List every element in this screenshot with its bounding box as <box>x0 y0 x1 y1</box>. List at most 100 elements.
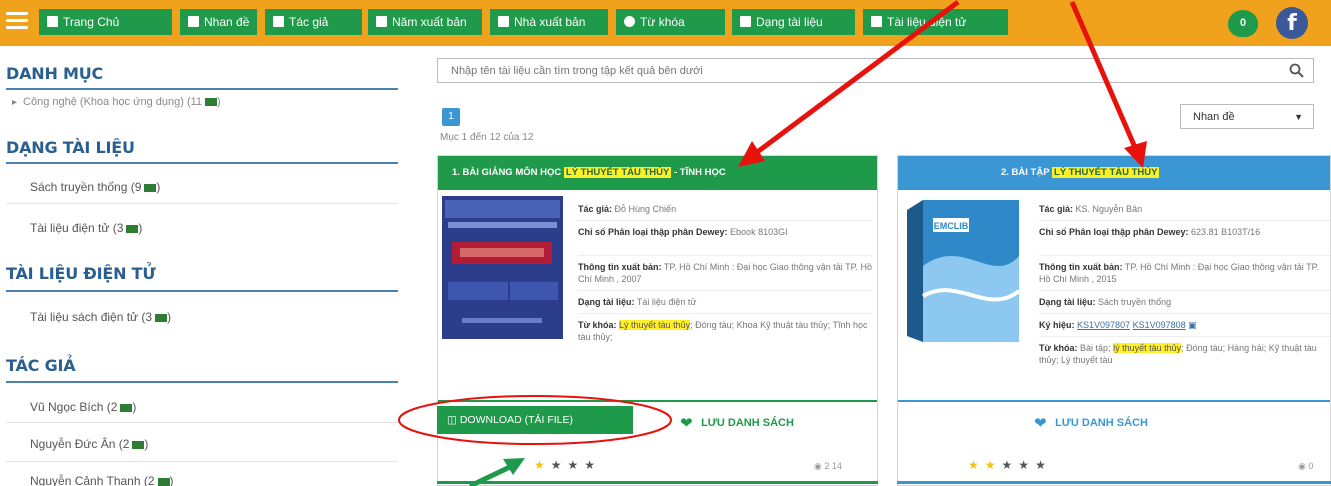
dewey-field: Chỉ số Phân loại thập phân Dewey: Ebook … <box>578 227 788 237</box>
book-icon <box>155 313 168 322</box>
star-icon[interactable]: ★ <box>534 458 551 472</box>
card-bottom-bar <box>897 481 1331 484</box>
divider <box>578 313 872 314</box>
star-icon[interactable]: ★ <box>1018 458 1035 472</box>
menu-icon[interactable] <box>6 12 28 32</box>
card-divider <box>438 400 877 402</box>
save-list-button[interactable]: ❤ LƯU DANH SÁCH <box>680 414 794 432</box>
book-icon <box>132 440 145 449</box>
divider <box>1039 313 1330 314</box>
star-icon[interactable]: ★ <box>1035 458 1052 472</box>
nav-item-home[interactable]: Trang Chủ <box>39 9 172 35</box>
card-bottom-bar <box>437 481 878 484</box>
star-icon[interactable]: ★ <box>584 458 601 472</box>
star-icon[interactable]: ★ <box>568 458 585 472</box>
nav-item-keyword[interactable]: Từ khóa <box>616 9 725 35</box>
sidebar-item-doc-type[interactable]: Tài liệu điện tử (3) <box>30 221 142 235</box>
publication-field: Thông tin xuất bản: TP. Hồ Chí Minh : Đạ… <box>1039 262 1319 284</box>
book-cover-image[interactable] <box>442 196 563 339</box>
card-title[interactable]: 2. BÀI TẬP LÝ THUYẾT TÀU THỦY <box>898 156 1330 190</box>
divider <box>1039 290 1330 291</box>
divider <box>578 255 872 256</box>
nav-item-publisher[interactable]: Nhà xuất bản <box>490 9 608 35</box>
nav-item-ebook[interactable]: Tài liệu điện tử <box>863 9 1008 35</box>
tag-icon <box>624 16 635 27</box>
nav-item-year[interactable]: Năm xuất bản <box>368 9 482 35</box>
caret-down-icon: ▼ <box>1294 112 1303 122</box>
nav-item-author[interactable]: Tác giả <box>265 9 362 35</box>
download-button[interactable]: ◫ DOWNLOAD (TẢI FILE) <box>437 406 633 434</box>
keyword-field: Từ khóa: Lý thuyết tàu thủy; Đóng tàu; K… <box>578 320 868 342</box>
copy-icon[interactable]: ▣ <box>1188 320 1197 330</box>
rating-stars[interactable]: ★★★★★ <box>968 458 1052 472</box>
doc-type-field: Dạng tài liệu: Tài liệu điện tử <box>578 297 697 307</box>
divider <box>6 162 398 164</box>
divider <box>6 290 398 292</box>
section-title-category: DANH MỤC <box>6 64 104 83</box>
eye-icon: ◉ <box>814 461 825 471</box>
star-icon[interactable]: ★ <box>985 458 1002 472</box>
divider <box>578 290 872 291</box>
doc-type-field: Dạng tài liệu: Sách truyền thống <box>1039 297 1172 307</box>
section-title-doc-type: DẠNG TÀI LIỆU <box>6 138 135 157</box>
nav-item-doc-type[interactable]: Dạng tài liệu <box>732 9 855 35</box>
divider <box>6 461 398 462</box>
result-card: 2. BÀI TẬP LÝ THUYẾT TÀU THỦY EMCLIB Tác… <box>897 155 1331 486</box>
result-card: 1. BÀI GIẢNG MÔN HỌC LÝ THUYẾT TÀU THỦY … <box>437 155 878 486</box>
card-divider <box>898 400 1330 402</box>
doc-type-icon <box>740 16 751 27</box>
view-stats: ◉ 0 <box>1298 461 1314 471</box>
top-navigation: Trang Chủ Nhan đề Tác giả Năm xuất bản N… <box>0 0 1331 46</box>
search-icon[interactable] <box>1288 62 1305 79</box>
sidebar-item-category[interactable]: Công nghệ (Khoa học ứng dụng) (11) <box>12 96 221 108</box>
book-icon <box>205 98 218 107</box>
book-icon <box>120 403 133 412</box>
nav-item-title[interactable]: Nhan đề <box>180 9 257 35</box>
call-number-field: Ký hiệu: KS1V097807 KS1V097808 ▣ <box>1039 320 1197 330</box>
search-box <box>437 58 1314 83</box>
search-input[interactable] <box>439 60 1279 81</box>
cover-logo: EMCLIB <box>934 221 969 231</box>
card-details: Tác giả: Đỗ Hùng Chiến Chỉ số Phân loại … <box>578 201 872 391</box>
star-icon[interactable]: ★ <box>968 458 985 472</box>
favorites-heart-icon[interactable]: 0 <box>1228 10 1258 37</box>
page-number-button[interactable]: 1 <box>442 108 460 126</box>
card-title[interactable]: 1. BÀI GIẢNG MÔN HỌC LÝ THUYẾT TÀU THỦY … <box>438 156 877 190</box>
divider <box>578 220 872 221</box>
home-icon <box>47 16 58 27</box>
sort-select[interactable]: Nhan đề ▼ <box>1180 104 1314 129</box>
keyword-field: Từ khóa: Bài tập; lý thuyết tàu thủy; Đó… <box>1039 343 1317 365</box>
author-icon <box>273 16 284 27</box>
book-icon <box>144 183 157 192</box>
view-stats: ◉ 2 14 <box>814 461 842 471</box>
star-icon[interactable]: ★ <box>1002 458 1019 472</box>
divider <box>6 203 398 204</box>
sidebar-item-ebook[interactable]: Tài liệu sách điện tử (3) <box>30 310 171 324</box>
favorites-count: 0 <box>1239 17 1247 29</box>
rating-stars[interactable]: ★★★★ <box>534 458 601 472</box>
star-icon[interactable]: ★ <box>551 458 568 472</box>
page: Trang Chủ Nhan đề Tác giả Năm xuất bản N… <box>0 0 1331 486</box>
calendar-icon <box>376 16 387 27</box>
divider <box>1039 255 1330 256</box>
divider <box>6 422 398 423</box>
sidebar-item-author[interactable]: Nguyễn Đức Ân (2) <box>30 437 148 451</box>
book-icon <box>157 477 170 486</box>
sidebar-item-doc-type[interactable]: Sách truyền thống (9) <box>30 180 160 194</box>
author-field: Tác giả: Đỗ Hùng Chiến <box>578 204 677 214</box>
title-icon <box>188 16 199 27</box>
eye-icon: ◉ <box>1298 461 1309 471</box>
sidebar-item-author[interactable]: Nguyễn Cảnh Thanh (2) <box>30 474 174 486</box>
section-title-author: TÁC GIẢ <box>6 356 76 375</box>
book-cover-image[interactable]: EMCLIB <box>903 196 1024 348</box>
publication-field: Thông tin xuất bản: TP. Hồ Chí Minh : Đạ… <box>578 262 872 284</box>
ebook-icon <box>871 16 882 27</box>
dewey-field: Chỉ số Phân loại thập phân Dewey: 623.81… <box>1039 227 1261 237</box>
heart-icon: ❤ <box>680 415 693 432</box>
facebook-icon[interactable]: f <box>1276 7 1308 39</box>
divider <box>6 381 398 383</box>
save-list-button[interactable]: ❤ LƯU DANH SÁCH <box>1034 414 1148 432</box>
publisher-icon <box>498 16 509 27</box>
heart-icon: ❤ <box>1034 415 1047 432</box>
sidebar-item-author[interactable]: Vũ Ngọc Bích (2) <box>30 400 136 414</box>
